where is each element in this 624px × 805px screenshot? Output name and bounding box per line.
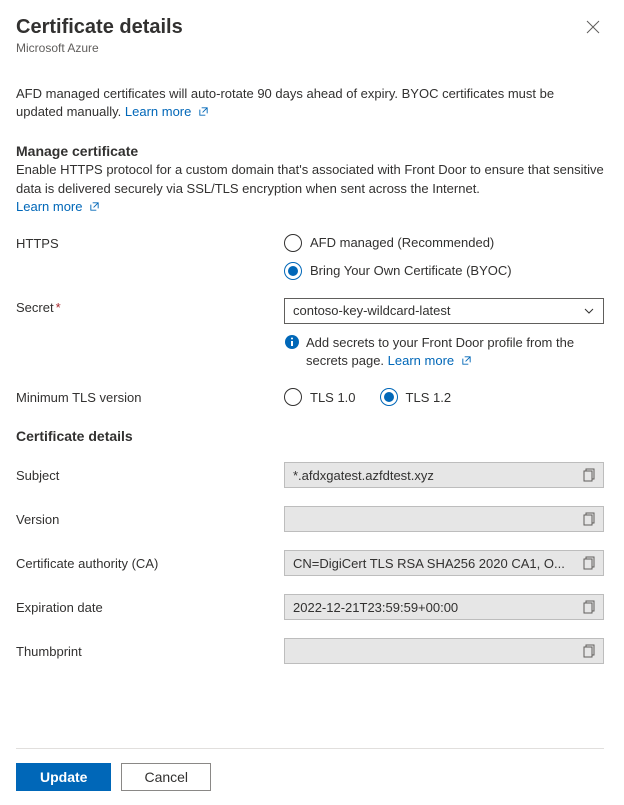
version-field xyxy=(284,506,604,532)
secret-select-value: contoso-key-wildcard-latest xyxy=(293,303,451,318)
manage-heading: Manage certificate xyxy=(16,143,604,159)
external-link-icon xyxy=(461,355,472,366)
exp-field: 2022-12-21T23:59:59+00:00 xyxy=(284,594,604,620)
subject-value: *.afdxgatest.azfdtest.xyz xyxy=(293,468,579,483)
copy-icon xyxy=(583,600,597,614)
ca-value: CN=DigiCert TLS RSA SHA256 2020 CA1, O..… xyxy=(293,556,579,571)
secret-label-text: Secret xyxy=(16,300,54,315)
details-heading: Certificate details xyxy=(16,428,604,444)
intro-learn-more-link[interactable]: Learn more xyxy=(125,104,209,119)
close-icon xyxy=(586,20,600,34)
copy-ca-button[interactable] xyxy=(579,552,601,574)
ca-label: Certificate authority (CA) xyxy=(16,556,284,571)
copy-exp-button[interactable] xyxy=(579,596,601,618)
version-label: Version xyxy=(16,512,284,527)
https-label: HTTPS xyxy=(16,234,284,251)
secret-label: Secret* xyxy=(16,298,284,315)
chevron-down-icon xyxy=(583,305,595,317)
copy-icon xyxy=(583,512,597,526)
copy-icon xyxy=(583,644,597,658)
exp-value: 2022-12-21T23:59:59+00:00 xyxy=(293,600,579,615)
radio-icon xyxy=(284,234,302,252)
page-title: Certificate details xyxy=(16,16,183,39)
manage-desc: Enable HTTPS protocol for a custom domai… xyxy=(16,161,604,216)
radio-checked-icon xyxy=(380,388,398,406)
secret-info-text: Add secrets to your Front Door profile f… xyxy=(306,334,604,370)
copy-thumb-button[interactable] xyxy=(579,640,601,662)
tls-radio-10[interactable]: TLS 1.0 xyxy=(284,388,356,406)
external-link-icon xyxy=(198,106,209,117)
page-subtitle: Microsoft Azure xyxy=(16,41,183,55)
https-radio-byoc-label: Bring Your Own Certificate (BYOC) xyxy=(310,263,512,278)
manage-learn-more-label: Learn more xyxy=(16,199,82,214)
intro-text: AFD managed certificates will auto-rotat… xyxy=(16,85,604,121)
tls-radio-12[interactable]: TLS 1.2 xyxy=(380,388,452,406)
intro-learn-more-label: Learn more xyxy=(125,104,191,119)
tls-label: Minimum TLS version xyxy=(16,388,284,405)
https-radio-managed-label: AFD managed (Recommended) xyxy=(310,235,494,250)
https-radio-byoc[interactable]: Bring Your Own Certificate (BYOC) xyxy=(284,262,604,280)
thumb-field xyxy=(284,638,604,664)
manage-desc-body: Enable HTTPS protocol for a custom domai… xyxy=(16,162,604,195)
secret-learn-more-label: Learn more xyxy=(388,353,454,368)
ca-field: CN=DigiCert TLS RSA SHA256 2020 CA1, O..… xyxy=(284,550,604,576)
copy-version-button[interactable] xyxy=(579,508,601,530)
subject-label: Subject xyxy=(16,468,284,483)
subject-field: *.afdxgatest.azfdtest.xyz xyxy=(284,462,604,488)
radio-checked-icon xyxy=(284,262,302,280)
https-radio-managed[interactable]: AFD managed (Recommended) xyxy=(284,234,604,252)
update-button[interactable]: Update xyxy=(16,763,111,791)
exp-label: Expiration date xyxy=(16,600,284,615)
copy-icon xyxy=(583,468,597,482)
intro-body: AFD managed certificates will auto-rotat… xyxy=(16,86,554,119)
external-link-icon xyxy=(89,201,100,212)
copy-subject-button[interactable] xyxy=(579,464,601,486)
secret-select[interactable]: contoso-key-wildcard-latest xyxy=(284,298,604,324)
secret-learn-more-link[interactable]: Learn more xyxy=(388,353,472,368)
tls-radio-12-label: TLS 1.2 xyxy=(406,390,452,405)
info-icon xyxy=(284,334,300,350)
cancel-button[interactable]: Cancel xyxy=(121,763,211,791)
manage-learn-more-link[interactable]: Learn more xyxy=(16,199,100,214)
tls-radio-10-label: TLS 1.0 xyxy=(310,390,356,405)
thumb-label: Thumbprint xyxy=(16,644,284,659)
radio-icon xyxy=(284,388,302,406)
close-button[interactable] xyxy=(582,16,604,38)
copy-icon xyxy=(583,556,597,570)
required-indicator: * xyxy=(56,300,61,315)
